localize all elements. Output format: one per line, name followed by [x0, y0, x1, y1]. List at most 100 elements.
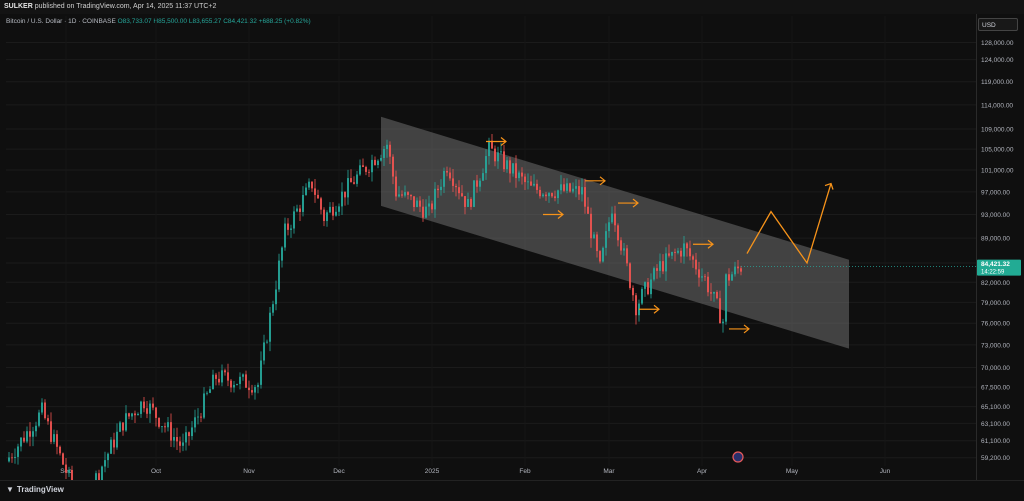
candle-body[interactable]	[635, 295, 637, 316]
candle-body[interactable]	[176, 437, 178, 442]
candle-body[interactable]	[536, 183, 538, 190]
candle-body[interactable]	[311, 181, 313, 189]
candle-body[interactable]	[362, 165, 364, 167]
candle-body[interactable]	[479, 180, 481, 187]
candle-body[interactable]	[266, 341, 268, 343]
candle-body[interactable]	[431, 203, 433, 210]
candle-body[interactable]	[32, 431, 34, 437]
candle-body[interactable]	[644, 282, 646, 289]
candle-body[interactable]	[218, 378, 220, 383]
candle-body[interactable]	[530, 181, 532, 186]
candle-body[interactable]	[287, 223, 289, 230]
candle-body[interactable]	[647, 282, 649, 295]
candle-body[interactable]	[650, 279, 652, 295]
candle-body[interactable]	[599, 251, 601, 262]
candle-body[interactable]	[347, 178, 349, 198]
candle-body[interactable]	[566, 183, 568, 191]
candle-body[interactable]	[488, 140, 490, 157]
candle-body[interactable]	[299, 208, 301, 212]
candle-body[interactable]	[119, 422, 121, 432]
candle-body[interactable]	[662, 261, 664, 272]
candle-body[interactable]	[14, 456, 16, 458]
candle-body[interactable]	[524, 176, 526, 183]
candle-body[interactable]	[137, 413, 139, 416]
event-marker-icon[interactable]	[732, 451, 744, 463]
candle-body[interactable]	[737, 266, 739, 269]
candle-body[interactable]	[719, 298, 721, 324]
candle-body[interactable]	[398, 194, 400, 197]
candle-body[interactable]	[665, 253, 667, 272]
candle-body[interactable]	[533, 183, 535, 186]
candle-body[interactable]	[317, 194, 319, 199]
candle-body[interactable]	[209, 389, 211, 393]
candle-body[interactable]	[578, 186, 580, 195]
price-chart[interactable]: 128,000.00 124,000.00 119,000.00 114,000.00…	[0, 0, 1024, 500]
candle-body[interactable]	[263, 342, 265, 361]
candle-body[interactable]	[698, 269, 700, 278]
candle-body[interactable]	[236, 383, 238, 385]
candle-body[interactable]	[146, 408, 148, 414]
candle-body[interactable]	[179, 441, 181, 446]
candle-body[interactable]	[656, 268, 658, 271]
candle-body[interactable]	[701, 276, 703, 278]
candle-body[interactable]	[389, 144, 391, 157]
candle-body[interactable]	[593, 234, 595, 239]
candle-body[interactable]	[515, 163, 517, 179]
candle-body[interactable]	[284, 223, 286, 248]
candle-body[interactable]	[464, 196, 466, 207]
candle-body[interactable]	[158, 417, 160, 427]
candle-body[interactable]	[359, 165, 361, 175]
candle-body[interactable]	[716, 291, 718, 299]
candle-body[interactable]	[734, 266, 736, 275]
candle-body[interactable]	[692, 256, 694, 260]
candle-body[interactable]	[194, 417, 196, 428]
candle-body[interactable]	[254, 387, 256, 393]
candle-body[interactable]	[293, 211, 295, 229]
candle-body[interactable]	[551, 193, 553, 197]
candle-body[interactable]	[128, 413, 130, 417]
candle-body[interactable]	[350, 178, 352, 183]
candle-body[interactable]	[548, 193, 550, 197]
candle-body[interactable]	[248, 387, 250, 391]
candle-body[interactable]	[521, 172, 523, 177]
candle-body[interactable]	[113, 439, 115, 448]
candle-body[interactable]	[26, 431, 28, 442]
candle-body[interactable]	[149, 403, 151, 414]
candle-body[interactable]	[422, 206, 424, 218]
candle-body[interactable]	[677, 250, 679, 253]
candle-body[interactable]	[512, 163, 514, 174]
candle-body[interactable]	[8, 457, 10, 462]
candle-body[interactable]	[164, 426, 166, 428]
candle-body[interactable]	[617, 225, 619, 241]
candle-body[interactable]	[374, 159, 376, 166]
candle-body[interactable]	[401, 194, 403, 196]
candle-body[interactable]	[671, 251, 673, 256]
candle-body[interactable]	[269, 312, 271, 342]
candle-body[interactable]	[581, 187, 583, 195]
candle-body[interactable]	[458, 187, 460, 194]
candle-body[interactable]	[455, 185, 457, 188]
candle-body[interactable]	[611, 213, 613, 223]
candle-body[interactable]	[500, 151, 502, 153]
candle-body[interactable]	[506, 160, 508, 170]
candle-body[interactable]	[383, 148, 385, 158]
candle-body[interactable]	[542, 194, 544, 197]
candle-body[interactable]	[437, 188, 439, 191]
candle-body[interactable]	[203, 393, 205, 418]
candle-body[interactable]	[380, 157, 382, 161]
candle-body[interactable]	[680, 250, 682, 257]
candle-body[interactable]	[725, 274, 727, 322]
candle-body[interactable]	[494, 148, 496, 162]
candle-body[interactable]	[260, 360, 262, 385]
candle-body[interactable]	[449, 172, 451, 179]
candle-body[interactable]	[704, 276, 706, 278]
candle-body[interactable]	[314, 188, 316, 195]
candle-body[interactable]	[596, 234, 598, 252]
candle-body[interactable]	[308, 181, 310, 188]
candle-body[interactable]	[377, 160, 379, 166]
descending-channel[interactable]	[381, 116, 849, 349]
candle-body[interactable]	[11, 457, 13, 459]
candle-body[interactable]	[290, 228, 292, 230]
candle-body[interactable]	[200, 416, 202, 418]
candle-body[interactable]	[557, 190, 559, 199]
